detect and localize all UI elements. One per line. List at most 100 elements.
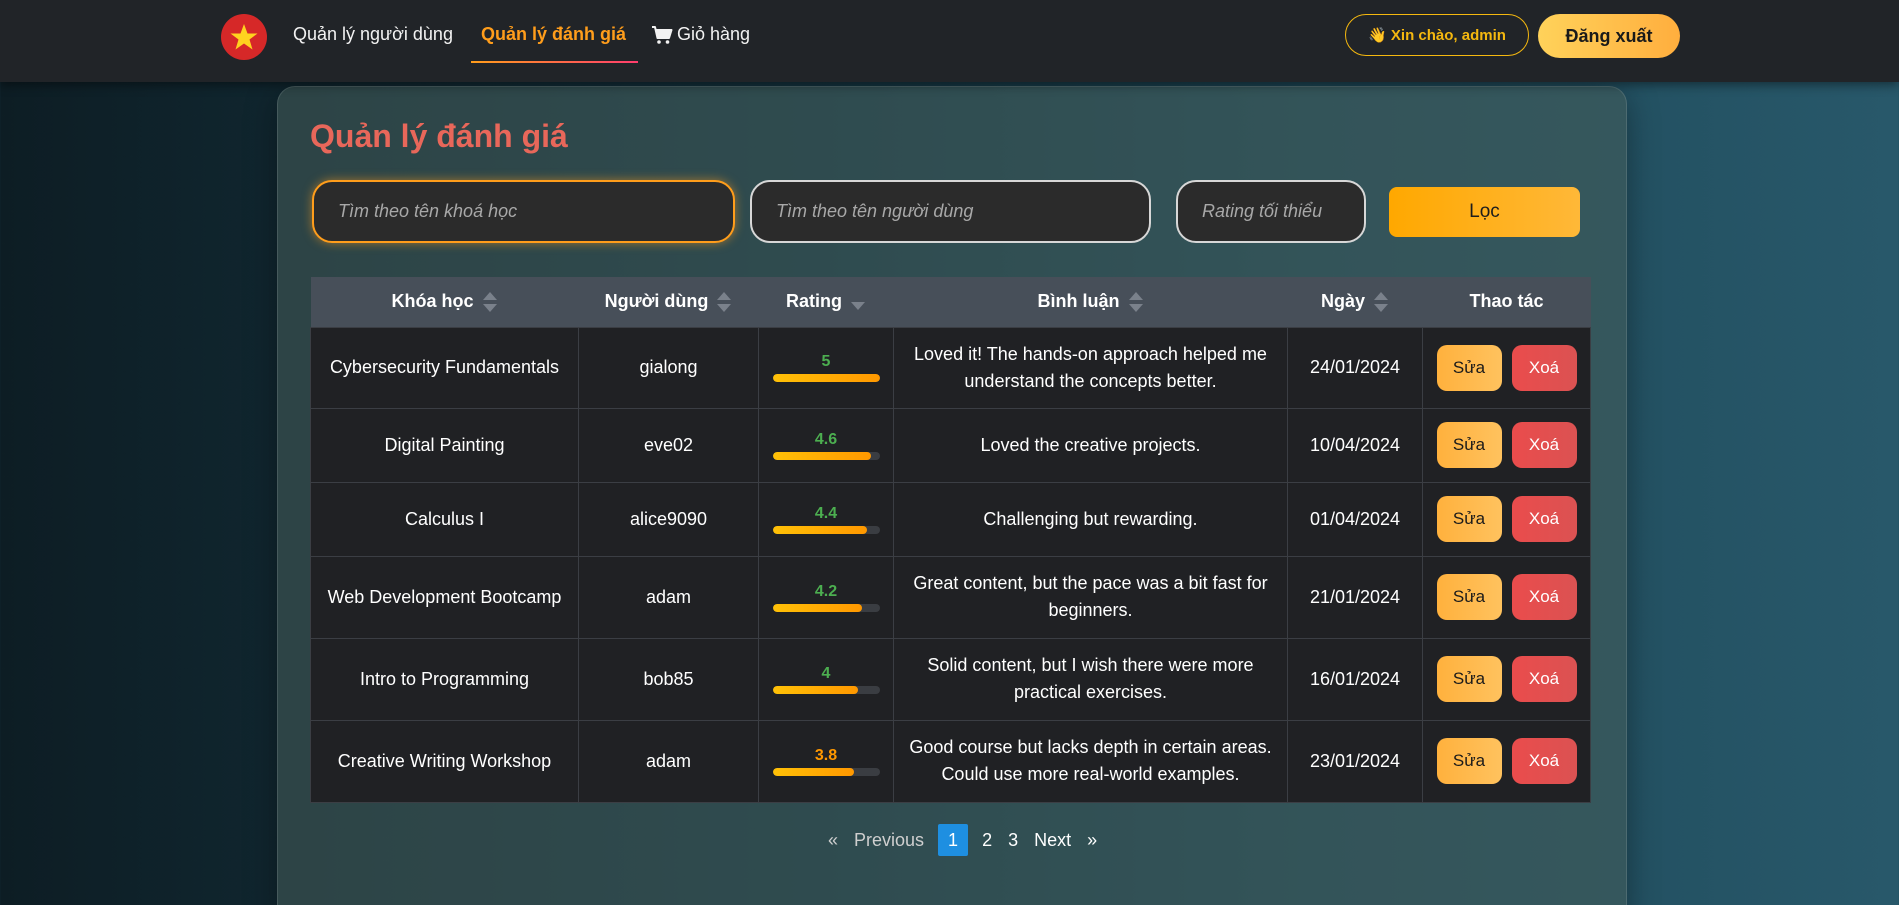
rating-bar-fill [772,603,863,612]
sort-both-icon [1128,291,1143,312]
cell-rating: 5 [758,326,894,409]
cell-date: 23/01/2024 [1287,719,1423,803]
nav-link-cart[interactable]: Giỏ hàng [651,24,750,45]
nav-link-users[interactable]: Quản lý người dùng [293,24,453,45]
table-row: Intro to Programming bob85 4 Solid conte… [310,637,1591,721]
delete-button[interactable]: Xoá [1511,344,1577,391]
edit-button[interactable]: Sửa [1436,422,1502,468]
cell-course: Web Development Bootcamp [310,555,579,639]
user-search-input[interactable] [750,180,1151,243]
cell-course: Calculus I [310,481,579,557]
cell-actions: Sửa Xoá [1422,481,1591,557]
pagination-previous[interactable]: Previous [846,824,932,856]
sort-desc-icon [851,301,865,310]
cell-actions: Sửa Xoá [1422,637,1591,721]
cell-user: eve02 [578,407,759,483]
table-row: Web Development Bootcamp adam 4.2 Great … [310,555,1591,639]
cell-date: 01/04/2024 [1287,481,1423,557]
edit-button[interactable]: Sửa [1436,656,1502,702]
rating-value: 4 [821,664,831,682]
cell-rating: 4.2 [758,555,894,639]
delete-button[interactable]: Xoá [1511,574,1577,620]
header-date[interactable]: Ngày [1288,277,1423,327]
edit-button[interactable]: Sửa [1436,344,1502,391]
cell-course: Cybersecurity Fundamentals [310,326,579,409]
min-rating-input[interactable] [1176,180,1366,243]
pagination-page-2[interactable]: 2 [974,824,1000,856]
logout-button[interactable]: Đăng xuất [1538,14,1680,58]
cell-user: adam [578,555,759,639]
cell-comment: Great content, but the pace was a bit fa… [893,555,1288,639]
header-comment[interactable]: Bình luận [894,277,1288,327]
rating-bar [772,451,880,460]
header-course[interactable]: Khóa học [311,277,579,327]
rating-bar [772,767,880,776]
vietnam-flag-logo-icon[interactable] [221,14,267,60]
rating-value: 5 [821,353,831,370]
cell-comment: Challenging but rewarding. [893,481,1288,557]
cell-comment: Loved it! The hands-on approach helped m… [893,326,1288,409]
header-user[interactable]: Người dùng [579,277,759,327]
rating-bar-fill [772,451,871,460]
header-rating[interactable]: Rating [759,277,894,327]
rating-value: 4.4 [814,504,838,522]
rating-value: 4.6 [814,430,838,448]
rating-bar-fill [772,685,859,694]
cart-icon [651,25,673,45]
cell-actions: Sửa Xoá [1422,555,1591,639]
cell-date: 16/01/2024 [1287,637,1423,721]
pagination: « Previous 1 2 3 Next » [820,823,1105,857]
pagination-page-3[interactable]: 3 [1000,824,1026,856]
greeting-badge: 👋 Xin chào, admin [1345,14,1529,56]
cell-rating: 3.8 [758,719,894,803]
table-row: Digital Painting eve02 4.6 Loved the cre… [310,407,1591,483]
nav-cart-label: Giỏ hàng [677,24,751,44]
navbar: Quản lý người dùng Quản lý đánh giá Giỏ … [0,0,1899,82]
table-row: Cybersecurity Fundamentals gialong 5 Lov… [310,326,1591,409]
cell-comment: Solid content, but I wish there were mor… [893,637,1288,721]
cell-course: Creative Writing Workshop [310,719,579,803]
rating-bar [772,525,880,534]
rating-bar [772,374,880,382]
sort-both-icon [1374,291,1388,312]
cell-actions: Sửa Xoá [1422,719,1591,803]
cell-comment: Good course but lacks depth in certain a… [893,719,1288,803]
rating-value: 3.8 [814,746,838,764]
rating-bar-fill [772,525,867,534]
cell-comment: Loved the creative projects. [893,407,1288,483]
table-row: Creative Writing Workshop adam 3.8 Good … [310,719,1591,803]
cell-rating: 4.6 [758,407,894,483]
cell-date: 21/01/2024 [1287,555,1423,639]
cell-course: Digital Painting [310,407,579,483]
cell-user: alice9090 [578,481,759,557]
cell-user: adam [578,719,759,803]
reviews-table: Khóa học Người dùng Rating Bình luận Ngà… [310,277,1591,803]
cell-user: bob85 [578,637,759,721]
cell-date: 24/01/2024 [1287,326,1423,409]
page-title: Quản lý đánh giá [310,118,568,154]
pagination-first[interactable]: « [820,824,846,856]
edit-button[interactable]: Sửa [1436,738,1502,784]
delete-button[interactable]: Xoá [1511,656,1577,702]
pagination-page-1[interactable]: 1 [938,824,969,856]
table-header-row: Khóa học Người dùng Rating Bình luận Ngà… [310,277,1591,327]
cell-actions: Sửa Xoá [1422,326,1591,409]
filter-button[interactable]: Lọc [1389,187,1580,237]
table-row: Calculus I alice9090 4.4 Challenging but… [310,481,1591,557]
cell-date: 10/04/2024 [1287,407,1423,483]
rating-bar-fill [772,374,880,382]
delete-button[interactable]: Xoá [1511,738,1577,784]
course-search-input[interactable] [312,180,735,243]
reviews-table-wrapper: Khóa học Người dùng Rating Bình luận Ngà… [310,277,1591,803]
edit-button[interactable]: Sửa [1436,574,1502,620]
rating-bar [772,603,880,612]
nav-link-reviews[interactable]: Quản lý đánh giá [481,24,626,45]
delete-button[interactable]: Xoá [1511,496,1577,542]
cell-user: gialong [578,326,759,409]
pagination-last[interactable]: » [1079,824,1105,856]
edit-button[interactable]: Sửa [1436,496,1502,542]
pagination-next[interactable]: Next [1026,824,1079,856]
cell-rating: 4 [758,637,894,721]
delete-button[interactable]: Xoá [1511,422,1577,468]
cell-course: Intro to Programming [310,637,579,721]
